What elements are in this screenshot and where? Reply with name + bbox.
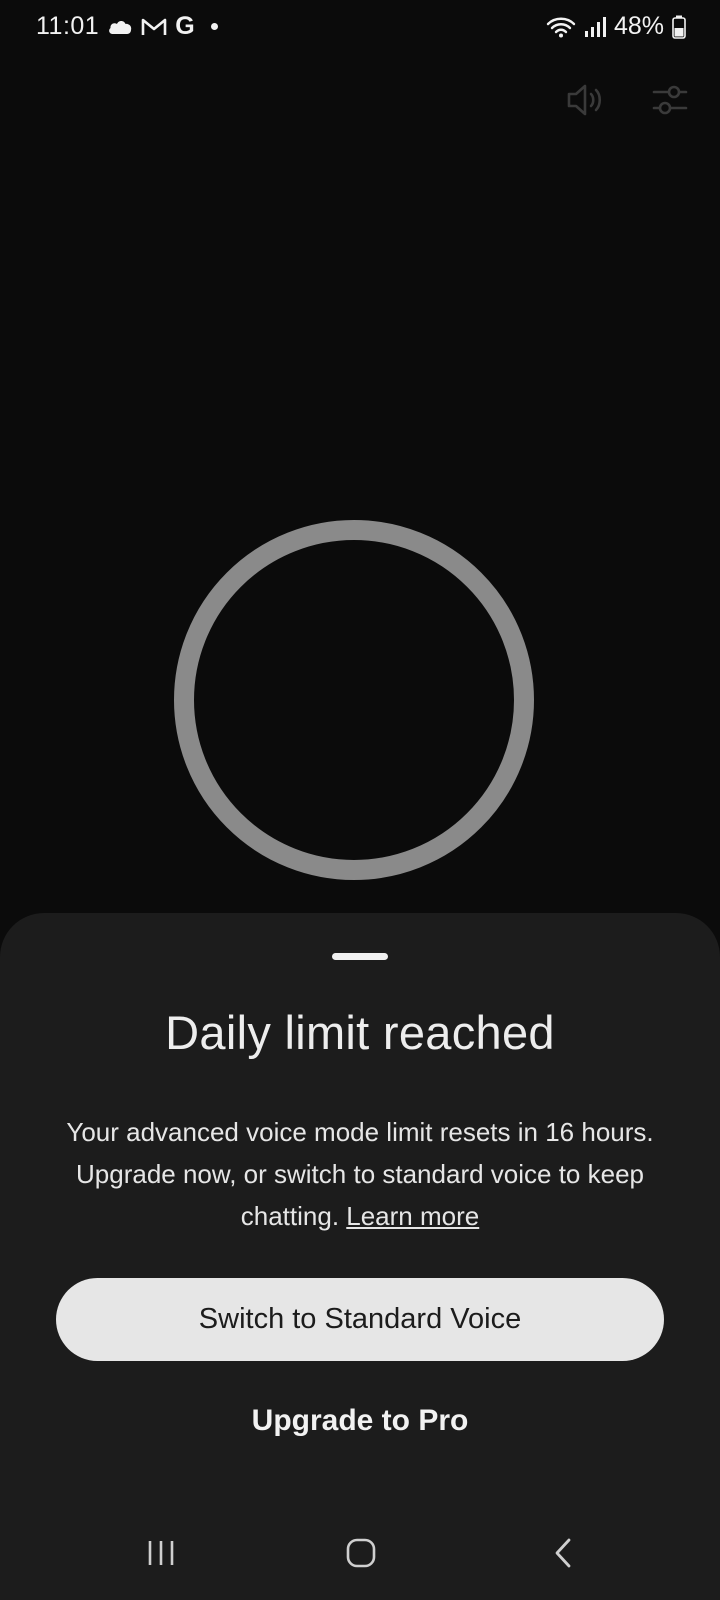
sheet-body: Your advanced voice mode limit resets in… [60,1111,660,1237]
home-button[interactable] [331,1530,391,1580]
google-g-icon: G [175,12,195,40]
status-right: 48% [546,12,686,41]
learn-more-link[interactable]: Learn more [346,1201,479,1231]
cloud-icon [107,18,133,36]
battery-percent: 48% [613,12,664,40]
sheet-drag-handle[interactable] [332,953,388,960]
home-icon [345,1537,377,1574]
voice-mode-screen: 11:01 G 48% Daily limit reached Your adv… [0,0,720,1600]
speaker-icon [565,82,607,123]
settings-button[interactable] [646,78,694,126]
back-icon [552,1537,574,1574]
limit-bottom-sheet: Daily limit reached Your advanced voice … [0,913,720,1600]
status-time: 11:01 [36,12,100,40]
switch-to-standard-voice-button[interactable]: Switch to Standard Voice [56,1278,664,1361]
status-bar: 11:01 G 48% [0,0,720,56]
sliders-icon [652,82,688,123]
recents-button[interactable] [131,1530,191,1580]
back-button[interactable] [533,1530,593,1580]
notification-dot-icon [210,23,218,30]
upgrade-to-pro-button[interactable]: Upgrade to Pro [160,1391,560,1451]
wifi-icon [546,15,576,39]
sheet-title: Daily limit reached [165,1006,555,1059]
signal-icon [584,16,606,38]
battery-icon [672,15,686,39]
speaker-button[interactable] [562,78,610,126]
system-nav-bar [0,1510,720,1600]
voice-orb [174,520,534,880]
status-left: 11:01 G [36,12,218,41]
gmail-icon [141,17,167,37]
recents-icon [146,1539,176,1572]
top-controls [562,78,694,126]
